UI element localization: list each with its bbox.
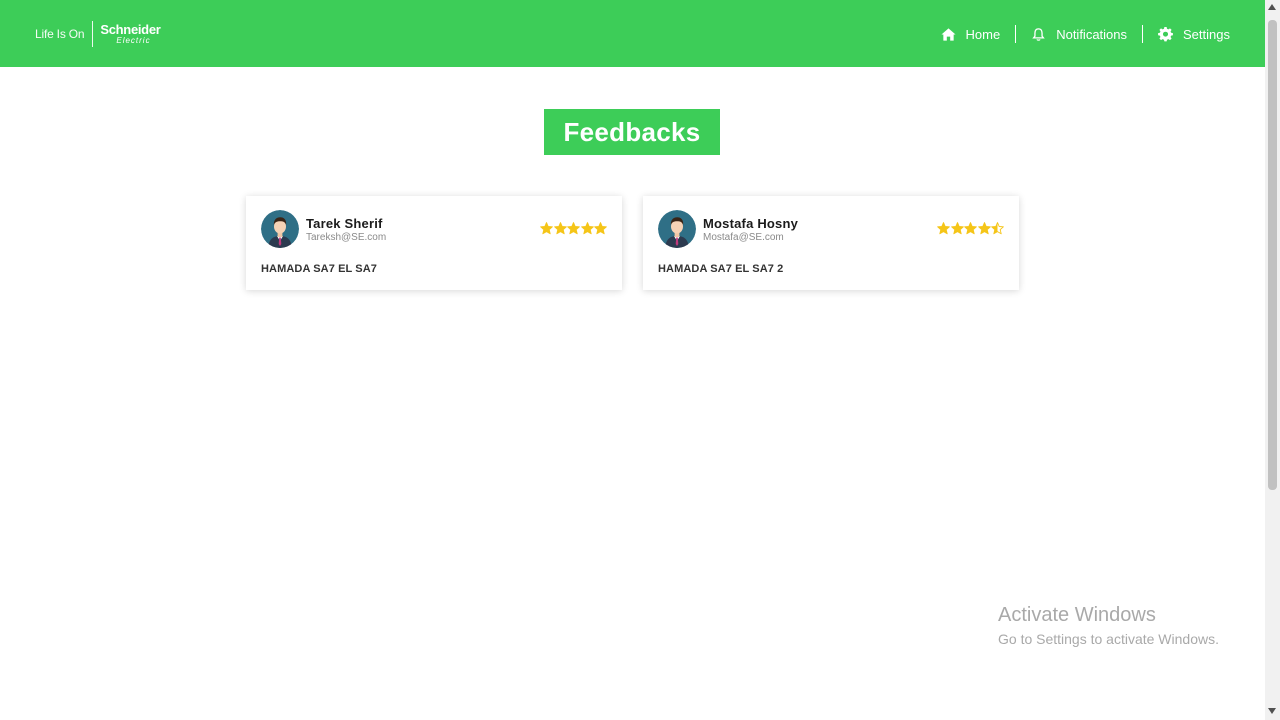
star-half-icon bbox=[991, 222, 1004, 235]
star-full-icon bbox=[964, 222, 977, 235]
page: Life Is On Schneider Electric Home Notif… bbox=[0, 0, 1265, 720]
feedback-card: Tarek Sherif Tareksh@SE.com HAMADA SA7 E… bbox=[246, 196, 622, 290]
scrollbar-thumb[interactable] bbox=[1268, 20, 1277, 490]
rating-stars bbox=[937, 222, 1005, 235]
reviewer-name: Tarek Sherif bbox=[306, 216, 383, 231]
rating-stars bbox=[540, 222, 608, 235]
logo-divider bbox=[92, 21, 94, 47]
gear-icon bbox=[1158, 26, 1173, 41]
watermark-subtitle: Go to Settings to activate Windows. bbox=[998, 631, 1219, 647]
reviewer-email: Tareksh@SE.com bbox=[306, 232, 387, 243]
scroll-up-arrow-icon[interactable] bbox=[1268, 4, 1276, 10]
logo-tagline: Life Is On bbox=[35, 27, 85, 41]
nav-separator bbox=[1142, 25, 1144, 43]
nav-notifications[interactable]: Notifications bbox=[1031, 27, 1127, 42]
star-full-icon bbox=[567, 222, 580, 235]
scroll-down-arrow-icon[interactable] bbox=[1268, 708, 1276, 714]
star-full-icon bbox=[553, 222, 567, 235]
main-nav: Home Notifications Settings bbox=[940, 22, 1230, 46]
star-full-icon bbox=[950, 222, 964, 235]
star-full-icon bbox=[977, 222, 991, 235]
logo-brand: Schneider Electric bbox=[100, 23, 160, 45]
reviewer-info: Tarek Sherif Tareksh@SE.com bbox=[306, 216, 386, 243]
nav-settings[interactable]: Settings bbox=[1158, 26, 1230, 42]
star-full-icon bbox=[580, 222, 594, 235]
page-title: Feedbacks bbox=[544, 109, 720, 155]
nav-home[interactable]: Home bbox=[940, 26, 1001, 42]
watermark-title: Activate Windows bbox=[998, 604, 1156, 626]
vertical-scrollbar[interactable] bbox=[1265, 0, 1280, 720]
nav-settings-label: Settings bbox=[1183, 26, 1230, 42]
avatar-icon bbox=[261, 210, 299, 248]
logo-brand-name: Schneider bbox=[100, 22, 161, 37]
feedback-comment: HAMADA SA7 EL SA7 2 bbox=[658, 263, 784, 275]
star-full-icon bbox=[540, 222, 553, 235]
activate-windows-watermark: Activate Windows Go to Settings to activ… bbox=[998, 604, 1219, 647]
nav-separator bbox=[1015, 25, 1017, 43]
feedback-comment: HAMADA SA7 EL SA7 bbox=[261, 263, 377, 275]
logo-brand-sub: Electric bbox=[116, 36, 151, 45]
home-icon bbox=[940, 27, 956, 41]
star-full-icon bbox=[937, 222, 950, 235]
nav-notifications-label: Notifications bbox=[1056, 26, 1128, 42]
bell-icon bbox=[1032, 27, 1045, 41]
reviewer-name: Mostafa Hosny bbox=[703, 216, 799, 231]
reviewer-email: Mostafa@SE.com bbox=[703, 232, 784, 243]
nav-home-label: Home bbox=[965, 26, 1001, 42]
star-full-icon bbox=[594, 222, 607, 235]
reviewer-info: Mostafa Hosny Mostafa@SE.com bbox=[703, 216, 798, 243]
schneider-logo[interactable]: Life Is On Schneider Electric bbox=[35, 20, 161, 48]
feedback-card: Mostafa Hosny Mostafa@SE.com HAMADA SA7 … bbox=[643, 196, 1019, 290]
top-nav-bar: Life Is On Schneider Electric Home Notif… bbox=[0, 0, 1265, 67]
avatar-icon bbox=[658, 210, 696, 248]
